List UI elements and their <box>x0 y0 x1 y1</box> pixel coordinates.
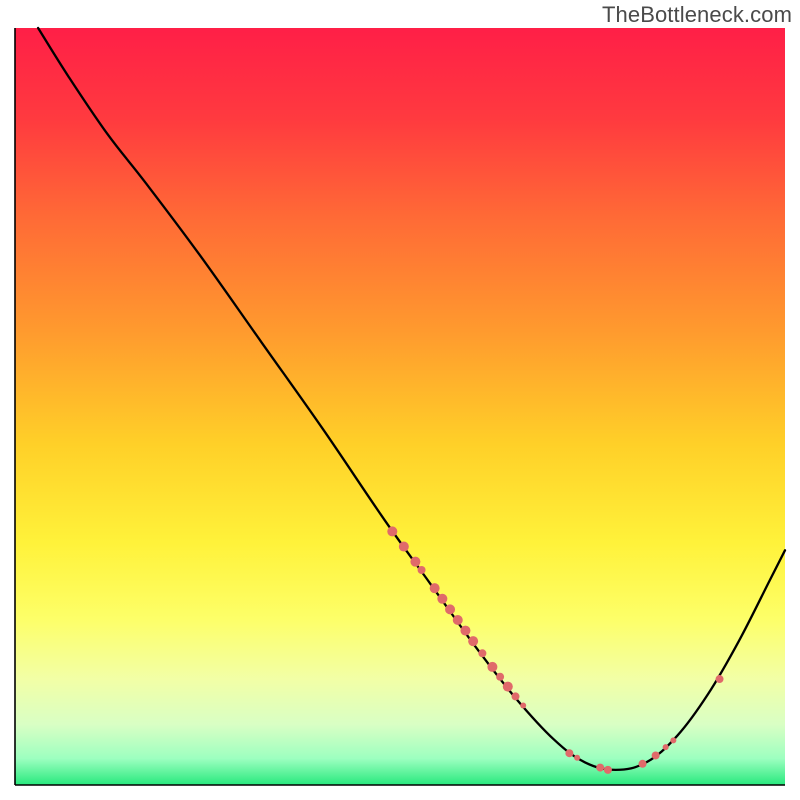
data-marker <box>460 626 470 636</box>
chart-container: TheBottleneck.com <box>0 0 800 800</box>
data-marker <box>716 675 724 683</box>
data-marker <box>670 737 676 743</box>
data-marker <box>520 703 526 709</box>
data-marker <box>399 542 409 552</box>
watermark-label: TheBottleneck.com <box>602 2 792 28</box>
data-marker <box>387 526 397 536</box>
data-marker <box>430 583 440 593</box>
data-marker <box>468 636 478 646</box>
data-marker <box>487 662 497 672</box>
data-marker <box>410 557 420 567</box>
bottleneck-chart <box>0 0 800 800</box>
data-marker <box>437 594 447 604</box>
data-marker <box>503 682 513 692</box>
data-marker <box>565 749 573 757</box>
data-marker <box>453 615 463 625</box>
data-marker <box>512 692 520 700</box>
data-marker <box>478 649 486 657</box>
data-marker <box>652 751 660 759</box>
data-marker <box>445 604 455 614</box>
data-marker <box>604 766 612 774</box>
data-marker <box>496 673 504 681</box>
data-marker <box>663 744 669 750</box>
data-marker <box>418 566 426 574</box>
data-marker <box>574 755 580 761</box>
plot-background <box>15 28 785 785</box>
data-marker <box>596 764 604 772</box>
data-marker <box>639 760 647 768</box>
